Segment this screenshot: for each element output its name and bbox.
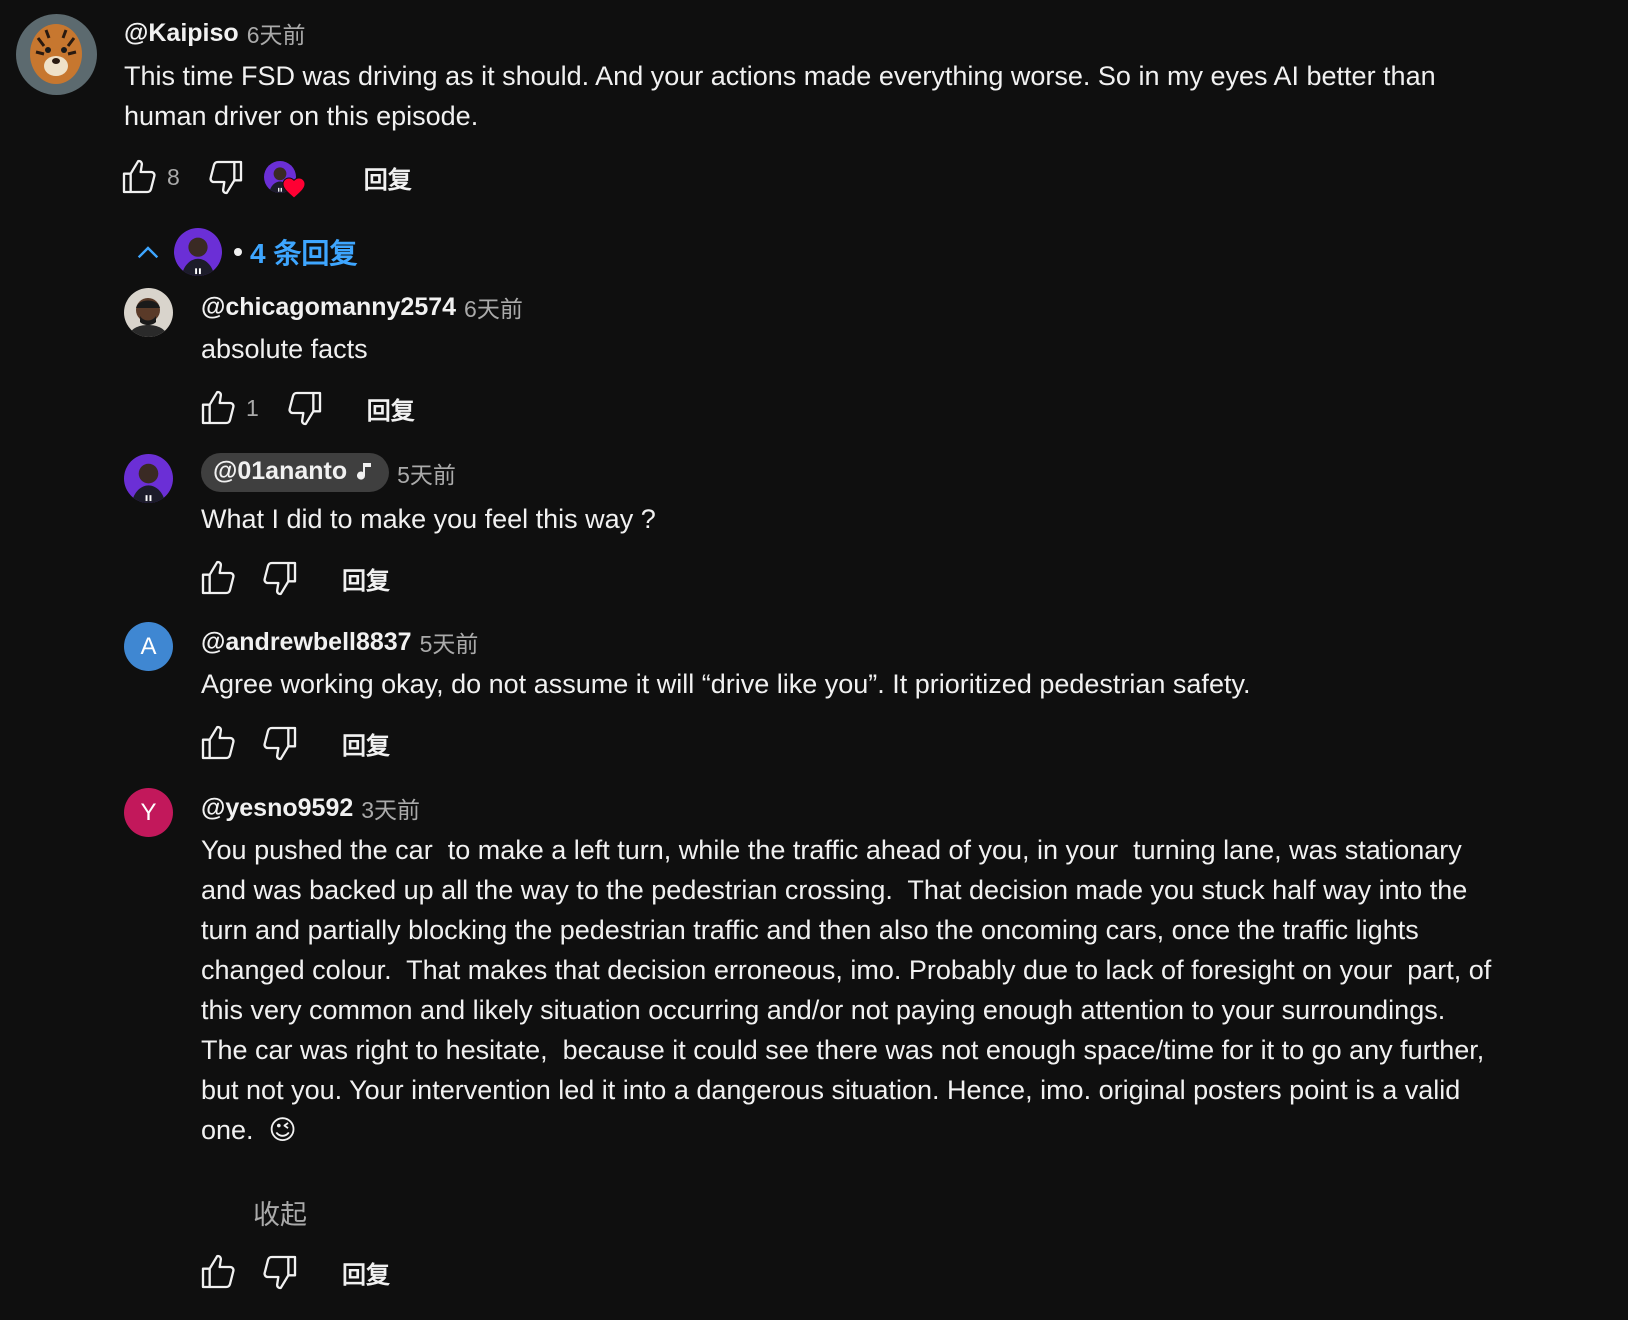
avatar[interactable]: A	[124, 622, 173, 671]
comment-actions: 回复	[196, 556, 400, 600]
dislike-button[interactable]	[204, 155, 248, 199]
avatar[interactable]	[16, 14, 97, 95]
thumbs-up-icon	[198, 388, 238, 428]
reply-button[interactable]: 回复	[332, 1249, 400, 1296]
creator-avatar	[174, 228, 222, 276]
separator-dot	[234, 248, 242, 256]
comment-text: You pushed the car to make a left turn, …	[201, 835, 1492, 1145]
reply-button[interactable]: 回复	[332, 555, 400, 602]
author-name[interactable]: @chicagomanny2574	[201, 293, 456, 322]
comment-actions: 回复	[196, 1250, 400, 1294]
comment-actions: 8 回复	[117, 155, 422, 199]
music-note-icon	[357, 462, 372, 480]
comment-text: This time FSD was driving as it should. …	[124, 61, 1436, 131]
author-name: @01ananto	[213, 457, 348, 485]
comment-text: What I did to make you feel this way ?	[201, 504, 656, 534]
comment-header: @andrewbell8837 5天前	[201, 625, 478, 659]
comment-text: absolute facts	[201, 334, 368, 364]
thumbs-down-icon	[285, 388, 325, 428]
comment-text: Agree working okay, do not assume it wil…	[201, 669, 1251, 699]
thumbs-up-icon	[198, 1252, 238, 1292]
comment-actions: 1 回复	[196, 386, 425, 430]
heart-icon	[282, 177, 306, 199]
comment-header: @01ananto 5天前	[201, 453, 456, 492]
reply-count-label: 4 条回复	[250, 238, 358, 269]
like-button[interactable]	[117, 155, 161, 199]
comment-time[interactable]: 6天前	[247, 16, 306, 50]
like-button[interactable]	[196, 386, 240, 430]
comment-actions: 回复	[196, 721, 400, 765]
author-name[interactable]: @Kaipiso	[124, 19, 239, 48]
dislike-button[interactable]	[258, 556, 302, 600]
author-name[interactable]: @andrewbell8837	[201, 628, 412, 657]
comment-time[interactable]: 5天前	[420, 625, 479, 659]
reply-button[interactable]: 回复	[332, 720, 400, 767]
dislike-button[interactable]	[283, 386, 327, 430]
comment-header: @yesno9592 3天前	[201, 791, 420, 825]
avatar[interactable]	[124, 454, 173, 503]
hide-replies-toggle[interactable]: 4 条回复	[132, 226, 357, 278]
thumbs-down-icon	[260, 558, 300, 598]
comment-header: @Kaipiso 6天前	[124, 16, 305, 50]
show-less-link[interactable]: 收起	[253, 1193, 307, 1232]
comment-thread: @Kaipiso 6天前 This time FSD was driving a…	[0, 0, 1628, 1320]
like-button[interactable]	[196, 721, 240, 765]
comment-time[interactable]: 6天前	[464, 290, 523, 324]
user-avatar-image	[124, 454, 173, 503]
tiger-avatar-image	[16, 14, 97, 95]
comment-time[interactable]: 3天前	[361, 791, 420, 825]
thumbs-down-icon	[260, 1252, 300, 1292]
reply-button[interactable]: 回复	[357, 385, 425, 432]
avatar-letter: Y	[140, 798, 157, 826]
creator-author-pill[interactable]: @01ananto	[201, 453, 390, 492]
author-name[interactable]: @yesno9592	[201, 794, 353, 823]
avatar-letter: A	[140, 632, 157, 660]
dislike-button[interactable]	[258, 721, 302, 765]
thumbs-down-icon	[206, 157, 246, 197]
comment-header: @chicagomanny2574 6天前	[201, 290, 523, 324]
thumbs-up-icon	[198, 558, 238, 598]
thumbs-up-icon	[119, 157, 159, 197]
creator-heart-badge	[264, 155, 310, 199]
user-avatar-image	[124, 288, 173, 337]
comment-time[interactable]: 5天前	[397, 456, 456, 490]
chevron-up-icon	[137, 246, 159, 259]
thumbs-up-icon	[198, 723, 238, 763]
like-count: 8	[167, 163, 180, 190]
avatar[interactable]	[124, 288, 173, 337]
avatar[interactable]: Y	[124, 788, 173, 837]
like-button[interactable]	[196, 556, 240, 600]
reply-button[interactable]: 回复	[354, 154, 422, 201]
thumbs-down-icon	[260, 723, 300, 763]
dislike-button[interactable]	[258, 1250, 302, 1294]
like-count: 1	[246, 394, 259, 421]
like-button[interactable]	[196, 1250, 240, 1294]
